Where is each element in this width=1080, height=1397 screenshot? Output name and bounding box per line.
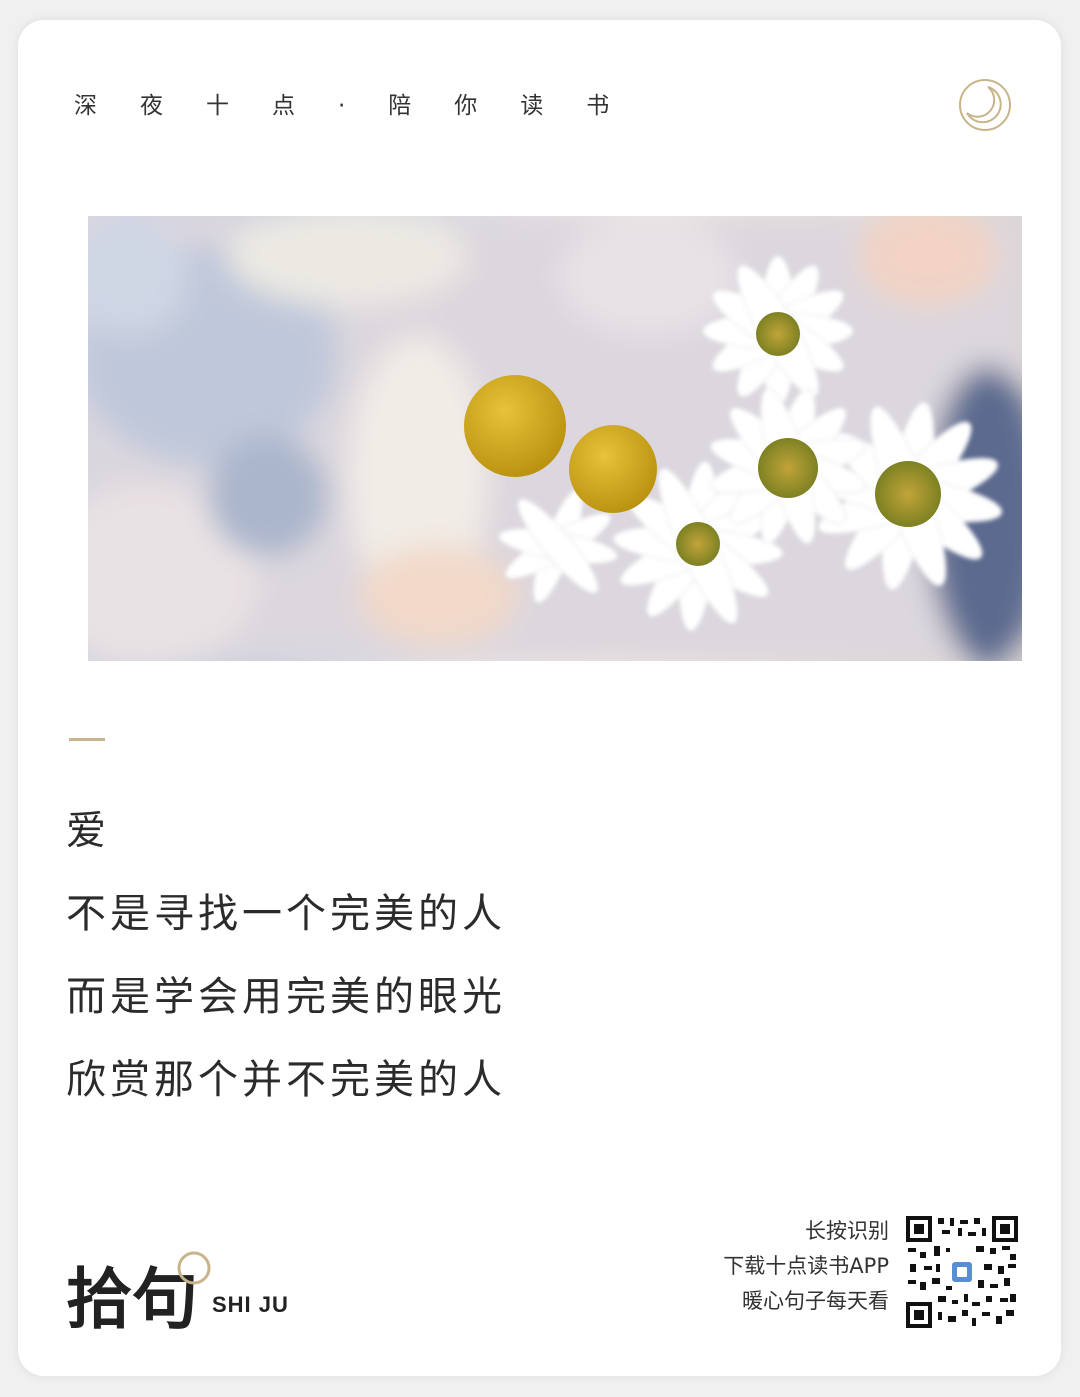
brand-name-en: SHI JU: [212, 1292, 289, 1317]
ring-icon: [177, 1251, 211, 1285]
qr-caption-line: 暖心句子每天看: [742, 1289, 889, 1313]
quote-line: 不是寻找一个完美的人: [66, 891, 506, 937]
brand-logo: 拾句 SHI JU: [66, 1240, 326, 1338]
quote-text: 爱 不是寻找一个完美的人 而是学会用完美的眼光 欣赏那个并不完美的人: [66, 790, 506, 1122]
moon-icon: [959, 79, 1011, 131]
qr-caption-line: 长按识别: [805, 1219, 889, 1243]
gold-divider: [69, 738, 105, 741]
qr-code-icon[interactable]: [906, 1216, 1018, 1328]
flower-photo: [88, 216, 1022, 661]
qr-caption-line: 下载十点读书APP: [723, 1254, 889, 1278]
qr-caption: 长按识别 下载十点读书APP 暖心句子每天看: [723, 1214, 889, 1319]
quote-card: 深夜十点·陪你读书 爱 不是寻找一个完美的人 而是学会用完美的眼光 欣赏那个并不…: [18, 20, 1061, 1376]
quote-line: 欣赏那个并不完美的人: [66, 1057, 506, 1103]
header-tagline: 深夜十点·陪你读书: [74, 93, 653, 119]
quote-line: 而是学会用完美的眼光: [66, 974, 506, 1020]
quote-line: 爱: [66, 808, 110, 854]
